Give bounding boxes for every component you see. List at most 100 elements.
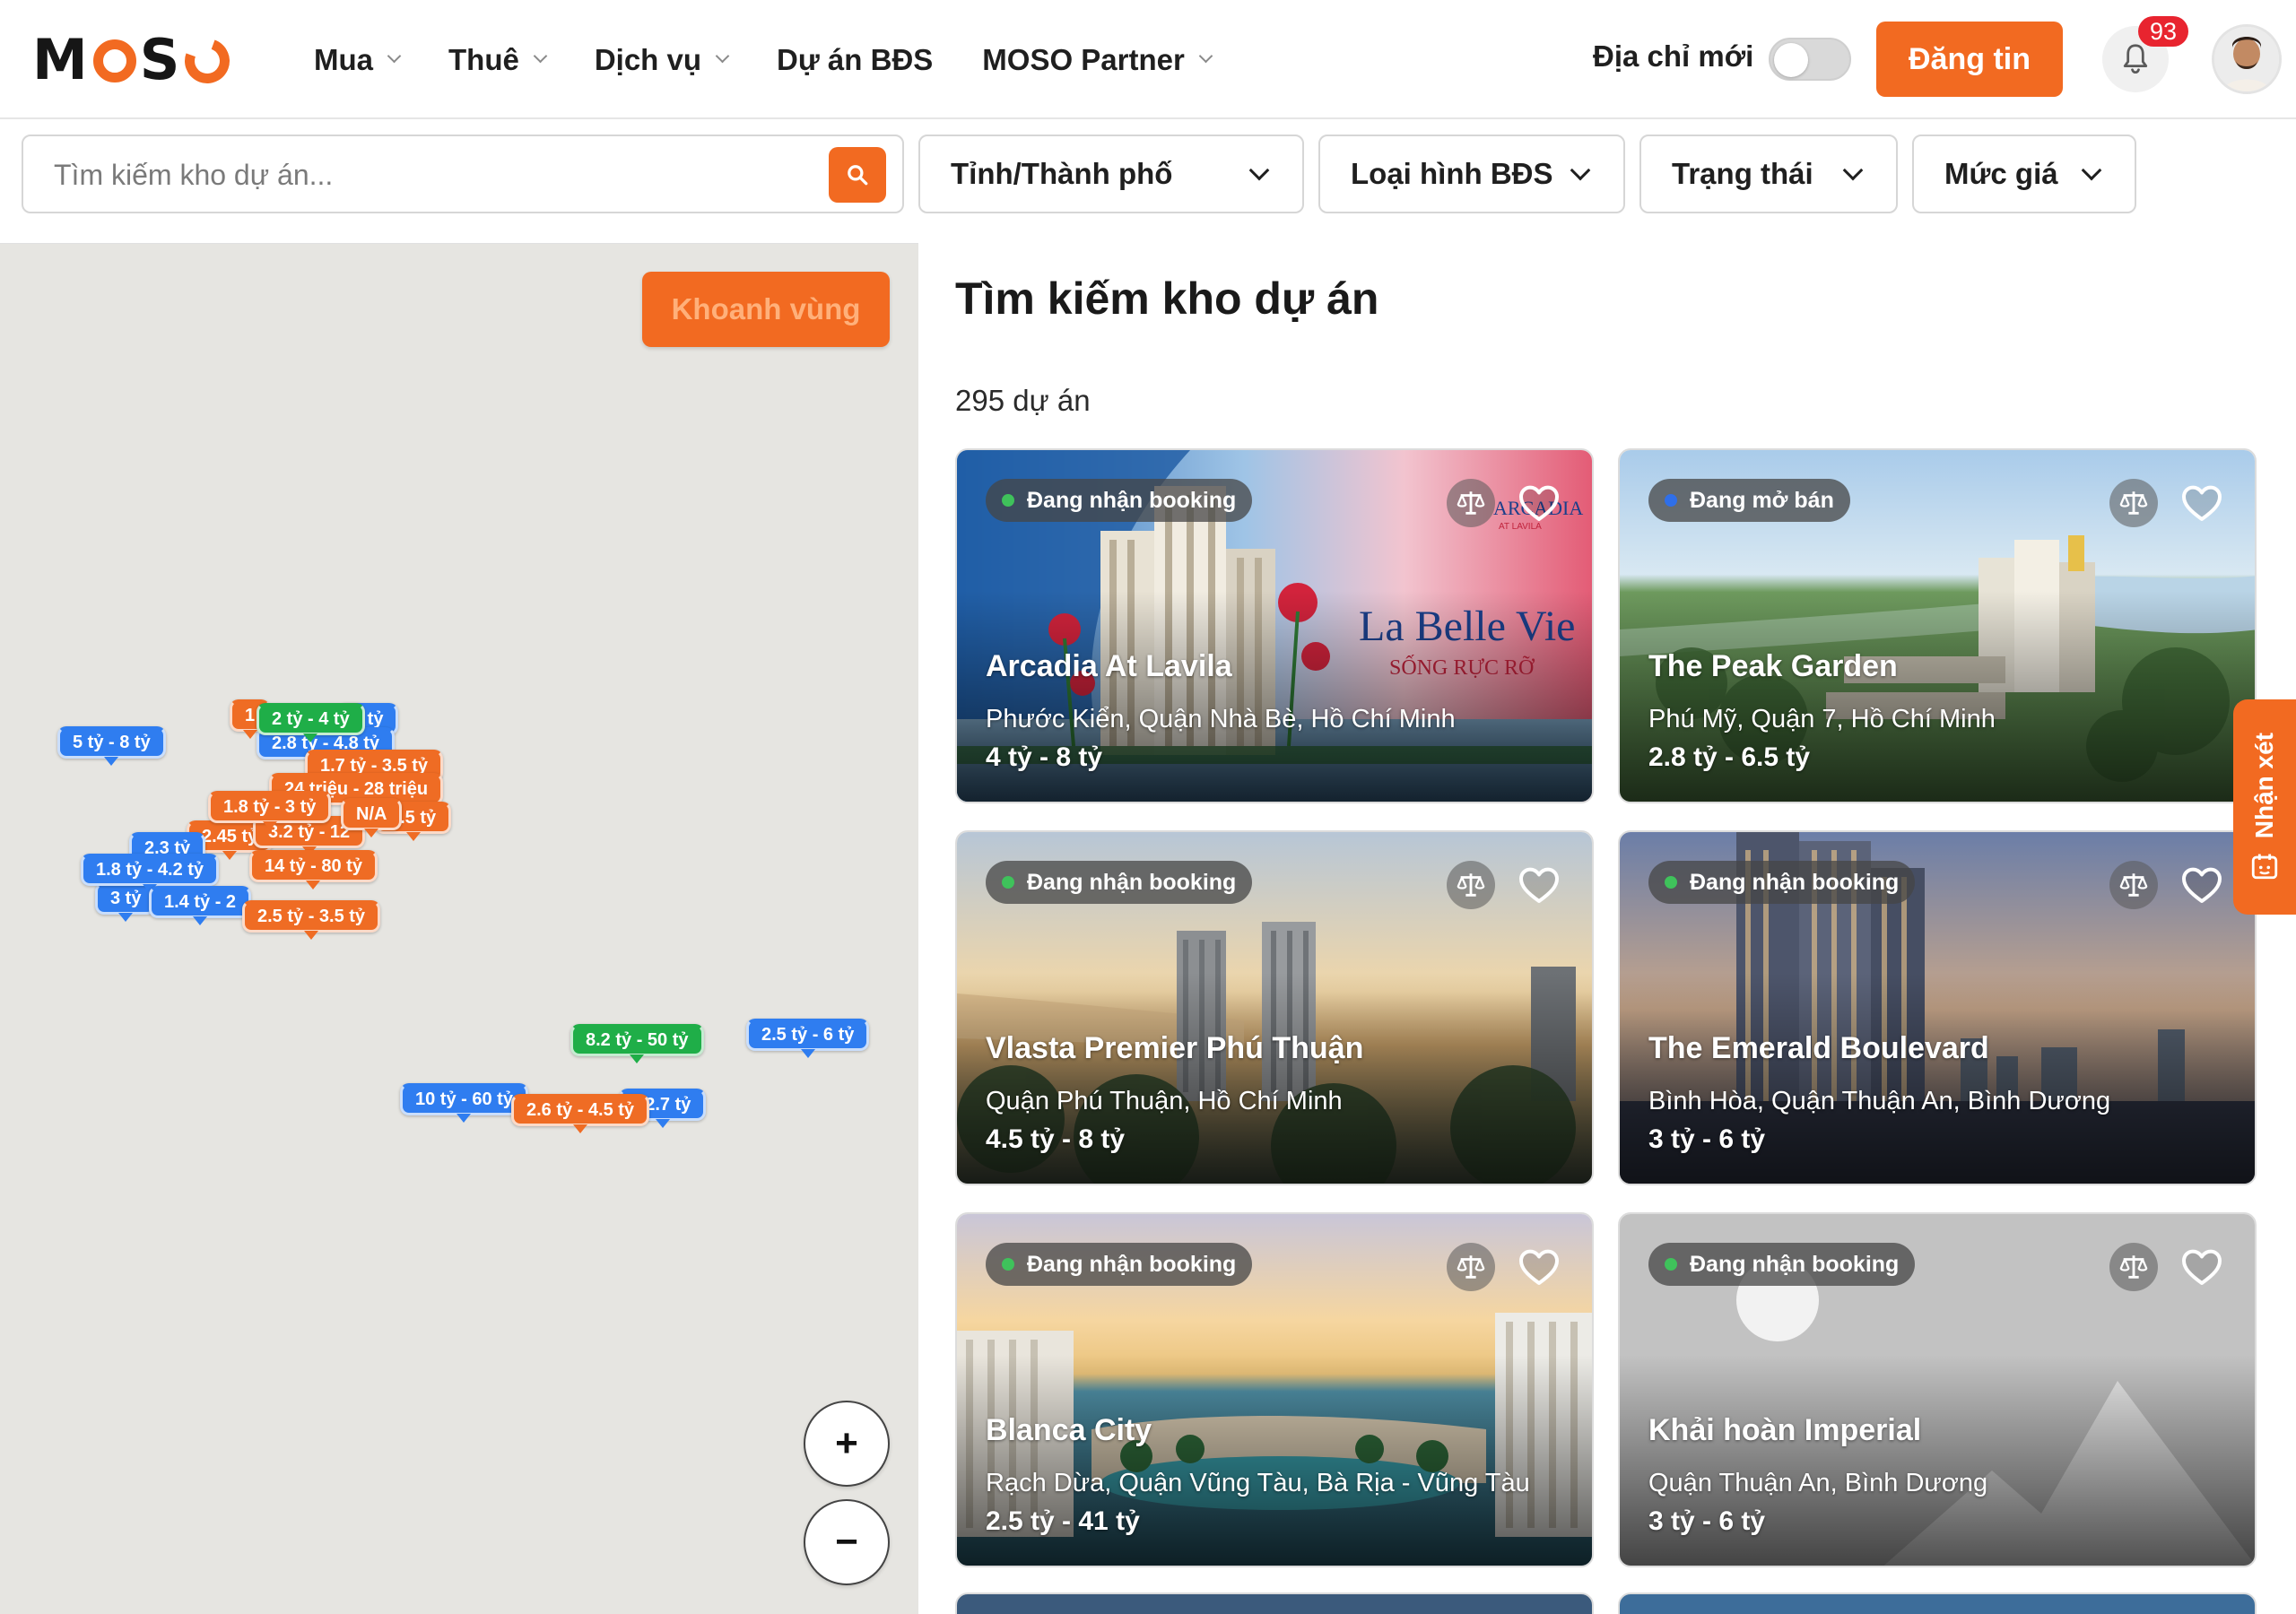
compare-button[interactable] bbox=[1447, 479, 1495, 527]
new-address-toggle[interactable] bbox=[1769, 38, 1851, 81]
map-panel[interactable]: Khoanh vùng 1 5 tỷ 2.8 tỷ - 4.8 tỷ 1.7 t… bbox=[0, 243, 918, 1614]
project-name[interactable]: The Peak Garden bbox=[1648, 649, 1898, 684]
heart-icon bbox=[2182, 485, 2222, 521]
map-price-pin[interactable]: 1.4 tỷ - 2 bbox=[149, 886, 252, 925]
chevron-down-icon bbox=[2081, 160, 2102, 181]
heart-icon bbox=[2182, 1249, 2222, 1285]
scale-icon bbox=[1457, 491, 1485, 515]
project-name[interactable]: The Emerald Boulevard bbox=[1648, 1031, 1989, 1066]
heart-icon bbox=[2182, 867, 2222, 903]
favorite-button[interactable] bbox=[2178, 1243, 2226, 1291]
page: MS Mua Thuê Dịch vụ Dự án BĐS MOSO Partn… bbox=[0, 0, 2296, 1614]
project-location: Rạch Dừa, Quận Vũng Tàu, Bà Rịa - Vũng T… bbox=[986, 1469, 1530, 1497]
post-listing-button[interactable]: Đăng tin bbox=[1876, 22, 2063, 97]
search-icon bbox=[848, 165, 868, 186]
nav-item-mua[interactable]: Mua bbox=[314, 43, 402, 77]
project-name[interactable]: Arcadia At Lavila bbox=[986, 649, 1232, 684]
map-price-pin[interactable]: 1.8 tỷ - 3 tỷ bbox=[208, 791, 332, 830]
project-location: Phước Kiển, Quận Nhà Bè, Hồ Chí Minh bbox=[986, 705, 1456, 733]
status-badge: Đang nhận booking bbox=[1648, 1243, 1916, 1286]
status-dot bbox=[1665, 494, 1677, 507]
chevron-down-icon bbox=[1842, 160, 1864, 181]
zoom-out-button[interactable]: − bbox=[804, 1499, 890, 1585]
property-type-filter[interactable]: Loại hình BĐS bbox=[1318, 134, 1625, 213]
nav-item-dich-vu[interactable]: Dịch vụ bbox=[595, 43, 730, 77]
project-price: 4 tỷ - 8 tỷ bbox=[986, 742, 1103, 772]
feedback-tab-label: Nhận xét bbox=[2250, 732, 2278, 839]
compare-button[interactable] bbox=[1447, 1243, 1495, 1291]
favorite-button[interactable] bbox=[1515, 861, 1563, 909]
project-name[interactable]: Vlasta Premier Phú Thuận bbox=[986, 1031, 1363, 1066]
results-count: 295 dự án bbox=[955, 384, 1091, 417]
project-card[interactable]: Đang nhận booking The Emerald Boulevard … bbox=[1618, 830, 2257, 1185]
province-filter[interactable]: Tỉnh/Thành phố bbox=[918, 134, 1304, 213]
favorite-button[interactable] bbox=[1515, 1243, 1563, 1291]
moso-logo[interactable]: MS bbox=[32, 27, 238, 92]
project-search-input[interactable] bbox=[54, 152, 825, 197]
project-card[interactable]: Đang nhận booking Vlasta Premier Phú Thu… bbox=[955, 830, 1594, 1185]
status-dot bbox=[1665, 876, 1677, 889]
project-search-box bbox=[22, 134, 904, 213]
status-badge: Đang nhận booking bbox=[986, 479, 1253, 522]
toggle-knob bbox=[1774, 43, 1808, 77]
draw-zone-button[interactable]: Khoanh vùng bbox=[642, 272, 890, 347]
project-card[interactable]: Đang nhận booking Blanca City Rạch Dừa, … bbox=[955, 1212, 1594, 1567]
project-card-partial[interactable] bbox=[955, 1592, 1594, 1614]
chevron-down-icon bbox=[387, 48, 402, 64]
main-nav: Mua Thuê Dịch vụ Dự án BĐS MOSO Partner bbox=[314, 0, 1260, 119]
favorite-button[interactable] bbox=[2178, 861, 2226, 909]
map-price-pin[interactable]: 5 tỷ - 8 tỷ bbox=[57, 726, 166, 766]
project-name[interactable]: Khải hoàn Imperial bbox=[1648, 1413, 1921, 1448]
map-price-pin[interactable]: N/A bbox=[341, 798, 403, 837]
favorite-button[interactable] bbox=[2178, 479, 2226, 527]
map-price-pin[interactable]: 2.5 tỷ - 6 tỷ bbox=[746, 1019, 870, 1058]
nav-item-thue[interactable]: Thuê bbox=[448, 43, 548, 77]
status-badge: Đang nhận booking bbox=[986, 861, 1253, 904]
project-name[interactable]: Blanca City bbox=[986, 1413, 1152, 1448]
scale-icon bbox=[1457, 873, 1485, 897]
project-card[interactable]: Đang mở bán The Peak Garden Phú Mỹ, Quận… bbox=[1618, 448, 2257, 803]
search-button[interactable] bbox=[829, 147, 886, 203]
map-price-pin[interactable]: 14 tỷ - 80 tỷ bbox=[249, 850, 378, 889]
compare-button[interactable] bbox=[2109, 861, 2158, 909]
status-dot bbox=[1002, 1258, 1014, 1271]
status-badge: Đang nhận booking bbox=[1648, 861, 1916, 904]
nav-item-moso-partner[interactable]: MOSO Partner bbox=[982, 43, 1213, 77]
compare-button[interactable] bbox=[2109, 1243, 2158, 1291]
status-filter[interactable]: Trạng thái bbox=[1639, 134, 1898, 213]
project-location: Bình Hòa, Quận Thuận An, Bình Dương bbox=[1648, 1087, 2111, 1115]
feedback-tab[interactable]: Nhận xét bbox=[2233, 699, 2296, 915]
price-filter[interactable]: Mức giá bbox=[1912, 134, 2136, 213]
zoom-in-button[interactable]: + bbox=[804, 1401, 890, 1487]
heart-icon bbox=[1519, 485, 1559, 521]
chevron-down-icon bbox=[1570, 160, 1591, 181]
compare-button[interactable] bbox=[2109, 479, 2158, 527]
property-type-filter-label: Loại hình BĐS bbox=[1351, 157, 1553, 190]
status-label: Đang nhận booking bbox=[1027, 869, 1237, 895]
map-price-pin[interactable]: 2.6 tỷ - 4.5 tỷ bbox=[511, 1094, 650, 1133]
project-location: Quận Phú Thuận, Hồ Chí Minh bbox=[986, 1087, 1343, 1115]
map-price-pin[interactable]: 8.2 tỷ - 50 tỷ bbox=[570, 1024, 704, 1063]
compare-button[interactable] bbox=[1447, 861, 1495, 909]
scale-icon bbox=[2119, 491, 2148, 515]
chevron-down-icon bbox=[533, 48, 548, 64]
map-price-pin[interactable]: 1.8 tỷ - 4.2 tỷ bbox=[81, 854, 220, 893]
project-price: 3 tỷ - 6 tỷ bbox=[1648, 1506, 1766, 1536]
top-header: MS Mua Thuê Dịch vụ Dự án BĐS MOSO Partn… bbox=[0, 0, 2296, 119]
map-price-pin[interactable]: 2 tỷ - 4 tỷ bbox=[257, 703, 365, 742]
nav-item-du-an-bds[interactable]: Dự án BĐS bbox=[777, 43, 933, 77]
project-card-partial[interactable] bbox=[1618, 1592, 2257, 1614]
project-price: 3 tỷ - 6 tỷ bbox=[1648, 1124, 1766, 1154]
chevron-down-icon bbox=[1248, 160, 1270, 181]
status-label: Đang mở bán bbox=[1690, 487, 1834, 513]
favorite-button[interactable] bbox=[1515, 479, 1563, 527]
bell-icon bbox=[2123, 44, 2148, 74]
map-price-pin[interactable]: 2.5 tỷ - 3.5 tỷ bbox=[242, 900, 381, 940]
status-badge: Đang nhận booking bbox=[986, 1243, 1253, 1286]
project-card[interactable]: Đang nhận booking Khải hoàn Imperial Quậ… bbox=[1618, 1212, 2257, 1567]
project-card[interactable]: La Belle Vie SỐNG RỰC RỠ ARCADIA AT LAVI… bbox=[955, 448, 1594, 803]
status-badge: Đang mở bán bbox=[1648, 479, 1850, 522]
map-price-pin[interactable]: 10 tỷ - 60 tỷ bbox=[400, 1083, 528, 1123]
avatar[interactable] bbox=[2212, 24, 2282, 94]
status-dot bbox=[1002, 494, 1014, 507]
